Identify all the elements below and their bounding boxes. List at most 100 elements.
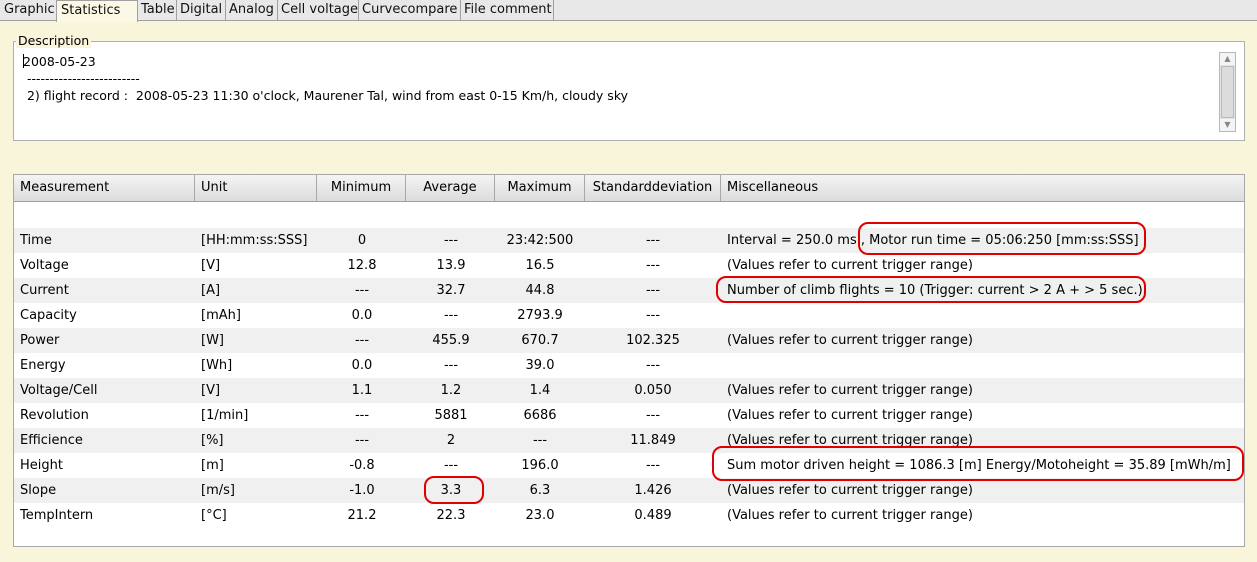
cell-maximum: 23:42:500 bbox=[506, 233, 574, 248]
tab-statistics[interactable]: Statistics bbox=[56, 0, 138, 22]
cell-minimum: --- bbox=[354, 433, 370, 448]
cell-standarddeviation: 0.050 bbox=[634, 383, 672, 398]
cell-minimum: 1.1 bbox=[351, 383, 373, 398]
scroll-up-arrow-icon[interactable]: ▲ bbox=[1220, 53, 1235, 65]
cell-average: --- bbox=[443, 458, 459, 473]
tab-curvecompare[interactable]: Curvecompare bbox=[358, 0, 461, 20]
cell-measurement: Efficience bbox=[20, 433, 83, 448]
cell-standarddeviation: --- bbox=[645, 283, 661, 298]
cell-miscellaneous: (Values refer to current trigger range) bbox=[727, 383, 973, 398]
cell-maximum: 23.0 bbox=[525, 508, 555, 523]
table-row[interactable]: Efficience [%] --- 2 --- 11.849 (Values refer … bbox=[14, 428, 1244, 453]
cell-minimum: -0.8 bbox=[349, 458, 375, 473]
cell-miscellaneous: Number of climb flights = 10 (Trigger: c… bbox=[727, 283, 1143, 298]
cell-maximum: 39.0 bbox=[525, 358, 555, 373]
cell-standarddeviation: 102.325 bbox=[626, 333, 680, 348]
scroll-down-arrow-icon[interactable]: ▼ bbox=[1220, 119, 1235, 131]
cell-average: 1.2 bbox=[440, 383, 462, 398]
cell-measurement: Current bbox=[20, 283, 69, 298]
cell-minimum: --- bbox=[354, 283, 370, 298]
cell-minimum: 0.0 bbox=[351, 308, 373, 323]
cell-unit: [Wh] bbox=[201, 358, 233, 373]
cell-maximum: 196.0 bbox=[521, 458, 559, 473]
cell-average: 455.9 bbox=[432, 333, 470, 348]
tab-table[interactable]: Table bbox=[137, 0, 177, 20]
cell-standarddeviation: 0.489 bbox=[634, 508, 672, 523]
cell-measurement: Energy bbox=[20, 358, 66, 373]
cell-standarddeviation: --- bbox=[645, 308, 661, 323]
column-header-average[interactable]: Average bbox=[406, 175, 495, 201]
cell-unit: [A] bbox=[201, 283, 221, 298]
cell-average: 5881 bbox=[434, 408, 468, 423]
cell-standarddeviation: --- bbox=[645, 458, 661, 473]
column-header-minimum[interactable]: Minimum bbox=[317, 175, 406, 201]
description-scrollbar[interactable]: ▲ ▼ bbox=[1219, 52, 1236, 132]
cell-maximum: 6.3 bbox=[529, 483, 551, 498]
cell-measurement: Revolution bbox=[20, 408, 89, 423]
cell-unit: [HH:mm:ss:SSS] bbox=[201, 233, 308, 248]
column-header-standarddeviation[interactable]: Standarddeviation bbox=[585, 175, 721, 201]
tab-cell-voltage[interactable]: Cell voltage bbox=[277, 0, 359, 20]
cell-standarddeviation: --- bbox=[645, 233, 661, 248]
cell-unit: [%] bbox=[201, 433, 224, 448]
cell-measurement: Time bbox=[20, 233, 52, 248]
cell-measurement: Voltage bbox=[20, 258, 69, 273]
table-row[interactable]: Revolution [1/min] --- 5881 6686 --- (Values r… bbox=[14, 403, 1244, 428]
scroll-thumb[interactable] bbox=[1221, 66, 1234, 118]
cell-miscellaneous: (Values refer to current trigger range) bbox=[727, 483, 973, 498]
cell-maximum: 6686 bbox=[523, 408, 557, 423]
table-row[interactable]: Voltage [V] 12.8 13.9 16.5 --- (Values refer t… bbox=[14, 253, 1244, 278]
cell-maximum: 1.4 bbox=[529, 383, 551, 398]
tab-digital[interactable]: Digital bbox=[176, 0, 226, 20]
table-row[interactable]: TempIntern [°C] 21.2 22.3 23.0 0.489 (Values r… bbox=[14, 503, 1244, 528]
table-row[interactable]: Current [A] --- 32.7 44.8 --- Number of climb … bbox=[14, 278, 1244, 303]
cell-maximum: 16.5 bbox=[525, 258, 555, 273]
cell-minimum: 0.0 bbox=[351, 358, 373, 373]
table-row[interactable]: Voltage/Cell [V] 1.1 1.2 1.4 0.050 (Values ref… bbox=[14, 378, 1244, 403]
cell-measurement: Power bbox=[20, 333, 60, 348]
table-row[interactable]: Energy [Wh] 0.0 --- 39.0 --- bbox=[14, 353, 1244, 378]
cell-standarddeviation: --- bbox=[645, 408, 661, 423]
table-row[interactable]: Capacity [mAh] 0.0 --- 2793.9 --- bbox=[14, 303, 1244, 328]
column-header-maximum[interactable]: Maximum bbox=[495, 175, 585, 201]
cell-standarddeviation: 11.849 bbox=[630, 433, 676, 448]
description-legend: Description bbox=[16, 33, 92, 48]
cell-minimum: --- bbox=[354, 408, 370, 423]
tab-file-comment[interactable]: File comment bbox=[460, 0, 554, 20]
cell-average: 13.9 bbox=[436, 258, 466, 273]
cell-average: --- bbox=[443, 233, 459, 248]
cell-miscellaneous: Interval = 250.0 ms , Motor run time = 0… bbox=[727, 233, 1139, 248]
column-header-unit[interactable]: Unit bbox=[195, 175, 317, 201]
cell-measurement: Slope bbox=[20, 483, 57, 498]
tab-bar: Graphic Statistics Table Digital Analog … bbox=[0, 0, 1257, 22]
cell-unit: [1/min] bbox=[201, 408, 249, 423]
table-row[interactable]: Time [HH:mm:ss:SSS] 0 --- 23:42:500 --- Interv… bbox=[14, 228, 1244, 253]
table-row[interactable]: Height [m] -0.8 --- 196.0 --- Sum motor driven… bbox=[14, 453, 1244, 478]
cell-miscellaneous: (Values refer to current trigger range) bbox=[727, 333, 973, 348]
cell-miscellaneous: (Values refer to current trigger range) bbox=[727, 258, 973, 273]
column-header-measurement[interactable]: Measurement bbox=[14, 175, 195, 201]
cell-minimum: --- bbox=[354, 333, 370, 348]
cell-unit: [V] bbox=[201, 258, 221, 273]
cell-minimum: 12.8 bbox=[347, 258, 377, 273]
cell-unit: [m] bbox=[201, 458, 224, 473]
column-header-miscellaneous[interactable]: Miscellaneous bbox=[721, 175, 1244, 201]
cell-measurement: Capacity bbox=[20, 308, 77, 323]
cell-average: 2 bbox=[446, 433, 456, 448]
table-row[interactable]: Slope [m/s] -1.0 3.3 6.3 1.426 (Values refer t… bbox=[14, 478, 1244, 503]
cell-measurement: Voltage/Cell bbox=[20, 383, 98, 398]
tab-analog[interactable]: Analog bbox=[225, 0, 278, 20]
cell-maximum: --- bbox=[532, 433, 548, 448]
table-row[interactable]: Power [W] --- 455.9 670.7 102.325 (Values refe… bbox=[14, 328, 1244, 353]
cell-minimum: 21.2 bbox=[347, 508, 377, 523]
cell-measurement: Height bbox=[20, 458, 63, 473]
cell-maximum: 670.7 bbox=[521, 333, 559, 348]
cell-average: 32.7 bbox=[436, 283, 466, 298]
cell-minimum: -1.0 bbox=[349, 483, 375, 498]
tab-graphic[interactable]: Graphic bbox=[0, 0, 57, 20]
text-caret bbox=[23, 54, 24, 68]
description-textarea[interactable]: 2008-05-23 ------------------------- 2) … bbox=[23, 53, 1213, 104]
cell-measurement: TempIntern bbox=[20, 508, 94, 523]
cell-standarddeviation: --- bbox=[645, 258, 661, 273]
cell-average: --- bbox=[443, 308, 459, 323]
